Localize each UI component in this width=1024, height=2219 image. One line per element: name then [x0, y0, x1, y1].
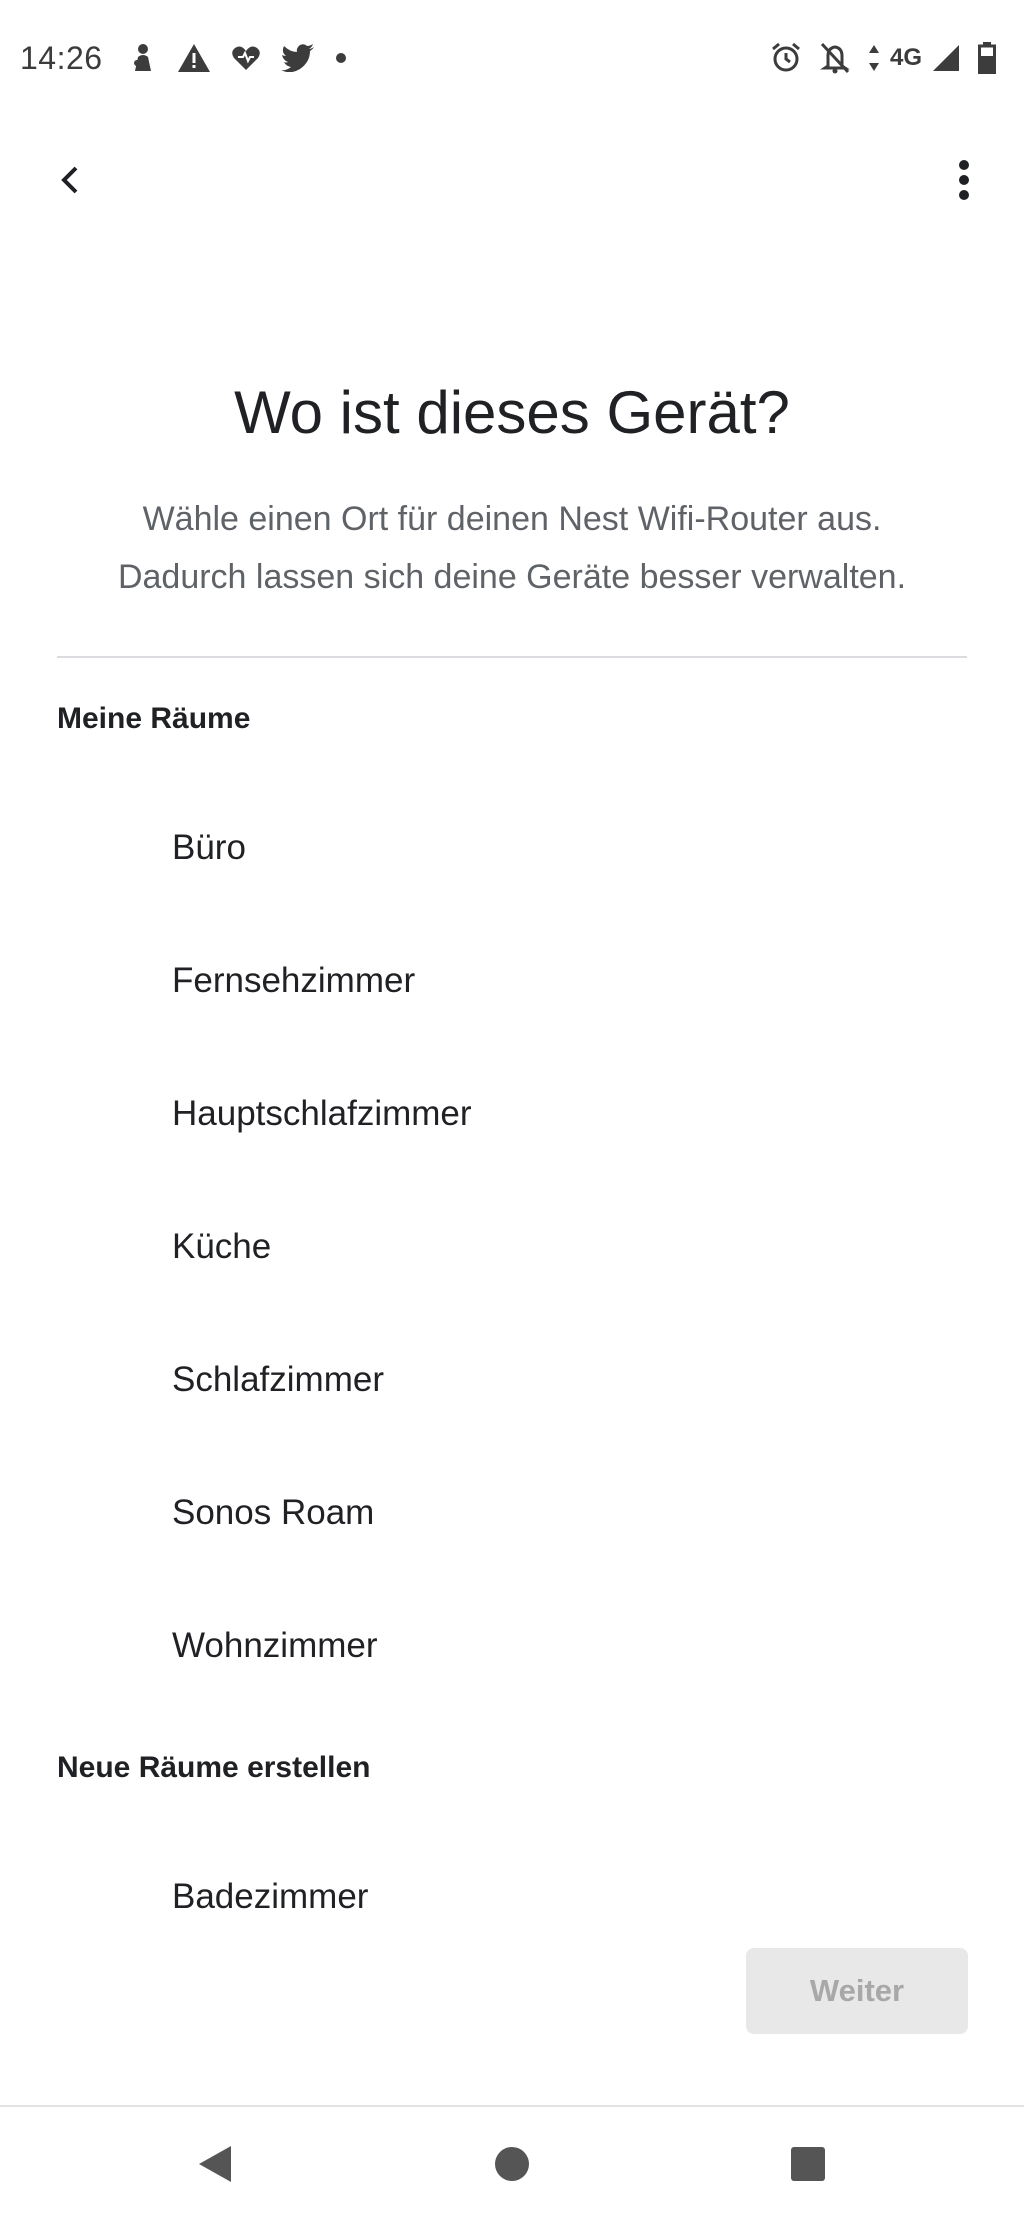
- section-header-my-rooms: Meine Räume: [57, 702, 251, 735]
- heart-icon: [231, 44, 261, 72]
- network-type: 4G: [889, 44, 922, 71]
- room-item[interactable]: Fernsehzimmer: [0, 914, 1024, 1047]
- subtitle-line-2: Dadurch lassen sich deine Geräte besser …: [117, 558, 907, 596]
- room-item[interactable]: Badezimmer: [0, 1830, 1024, 1963]
- page-subtitle: Wähle einen Ort für deinen Nest Wifi-Rou…: [40, 490, 984, 606]
- next-button[interactable]: Weiter: [746, 1948, 968, 2034]
- nav-home-icon: [495, 2147, 529, 2181]
- app-bar: [0, 140, 1024, 220]
- signal-icon: [932, 44, 960, 72]
- screen: 14:26 4G Wo ist dieses Gerät? Wähle eine…: [0, 0, 1024, 2219]
- battery-icon: [978, 42, 996, 74]
- section-header-new-rooms: Neue Räume erstellen: [57, 1751, 371, 1784]
- new-rooms-list: Badezimmer: [0, 1830, 1024, 1963]
- room-item[interactable]: Sonos Roam: [0, 1446, 1024, 1579]
- twitter-icon: [280, 44, 315, 72]
- room-item[interactable]: Büro: [0, 781, 1024, 914]
- more-vert-icon: [959, 160, 969, 200]
- nav-back-button[interactable]: [182, 2131, 248, 2197]
- room-item[interactable]: Schlafzimmer: [0, 1313, 1024, 1446]
- subtitle-line-1: Wähle einen Ort für deinen Nest Wifi-Rou…: [142, 500, 882, 538]
- status-left: 14:26: [20, 40, 367, 77]
- nav-home-button[interactable]: [479, 2131, 545, 2197]
- room-item[interactable]: Hauptschlafzimmer: [0, 1047, 1024, 1180]
- dot-icon: [335, 52, 347, 64]
- system-nav-bar: [0, 2105, 1024, 2219]
- nav-back-icon: [199, 2146, 231, 2182]
- status-time: 14:26: [20, 39, 103, 76]
- chevron-left-icon: [61, 166, 78, 194]
- divider: [57, 656, 967, 658]
- nav-recents-button[interactable]: [775, 2131, 841, 2197]
- nav-recents-icon: [791, 2147, 825, 2181]
- notifications-off-icon: [820, 42, 850, 74]
- warning-icon: [177, 43, 211, 73]
- status-bar: 14:26 4G: [0, 0, 1024, 116]
- room-item[interactable]: Wohnzimmer: [0, 1579, 1024, 1712]
- my-rooms-list: Büro Fernsehzimmer Hauptschlafzimmer Küc…: [0, 781, 1024, 1712]
- person-icon: [129, 43, 157, 73]
- more-options-button[interactable]: [934, 150, 994, 210]
- back-button[interactable]: [40, 150, 100, 210]
- status-right: 4G: [760, 42, 1004, 74]
- alarm-icon: [770, 42, 802, 74]
- room-item[interactable]: Küche: [0, 1180, 1024, 1313]
- page-title: Wo ist dieses Gerät?: [234, 379, 790, 446]
- data-arrows-icon: [868, 44, 880, 72]
